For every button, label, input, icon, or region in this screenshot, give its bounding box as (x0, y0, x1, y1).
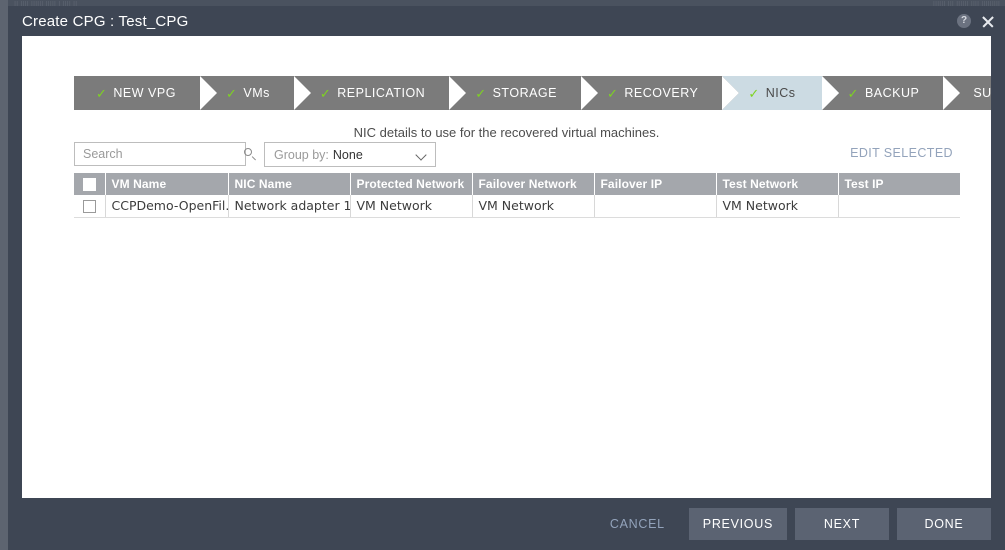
check-icon: ✓ (475, 85, 487, 101)
select-all-checkbox[interactable] (82, 178, 96, 192)
check-icon: ✓ (319, 85, 332, 101)
wizard-step-replication[interactable]: ✓ REPLICATION (293, 76, 467, 110)
next-button[interactable]: NEXT (795, 508, 889, 540)
column-header-vm-name[interactable]: VM Name (105, 173, 229, 195)
wizard-step-storage[interactable]: ✓ STORAGE (449, 76, 598, 110)
wizard-step-label: BACKUP (864, 85, 920, 100)
group-by-select[interactable]: Group by: None (264, 142, 436, 167)
column-header-protected-network[interactable]: Protected Network (350, 173, 473, 195)
table-row[interactable]: CCPDemo-OpenFil... Network adapter 1 VM … (74, 195, 960, 218)
cell-failover-network: VM Network (472, 195, 595, 218)
check-icon: ✓ (96, 85, 108, 101)
column-header-failover-ip[interactable]: Failover IP (594, 173, 717, 195)
close-icon[interactable] (980, 14, 995, 29)
wizard-step-label: NICs (765, 85, 796, 100)
wizard-step-new-vpg[interactable]: ✓ NEW VPG (74, 76, 217, 110)
wizard-step-label: RECOVERY (624, 85, 699, 100)
wizard-step-label: STORAGE (492, 85, 557, 100)
column-header-nic-name[interactable]: NIC Name (228, 173, 351, 195)
wizard-step-summary[interactable]: SUMMARY (943, 76, 991, 110)
wizard-step-recovery[interactable]: ✓ RECOVERY (581, 76, 740, 110)
search-icon (244, 147, 257, 161)
cell-protected-network: VM Network (350, 195, 473, 218)
wizard-step-nics[interactable]: ✓ NICs (722, 76, 839, 110)
wizard-step-label: SUMMARY (973, 85, 991, 100)
page-subtitle: NIC details to use for the recovered vir… (353, 125, 660, 140)
table-toolbar: Group by: None EDIT SELECTED (74, 142, 953, 168)
done-button[interactable]: DONE (897, 508, 991, 540)
help-icon[interactable]: ? (957, 14, 971, 28)
column-header-test-ip[interactable]: Test IP (838, 173, 960, 195)
cancel-button[interactable]: CANCEL (596, 508, 679, 540)
select-all-header[interactable] (74, 173, 106, 195)
cell-test-ip (838, 195, 960, 218)
group-by-value: None (332, 147, 363, 162)
cell-vm-name: CCPDemo-OpenFil... (105, 195, 229, 218)
group-by-label: Group by: (274, 147, 329, 162)
previous-button[interactable]: PREVIOUS (688, 508, 787, 540)
nics-table-container: VM Name NIC Name Protected Network Failo… (74, 173, 960, 218)
wizard-step-bar: ✓ NEW VPG ✓ VMs ✓ REPLICATION ✓ STORAGE … (74, 76, 991, 110)
search-box[interactable] (74, 142, 252, 166)
dialog-title: Create CPG : Test_CPG (22, 12, 189, 30)
dialog-footer: CANCEL PREVIOUS NEXT DONE (8, 498, 1005, 550)
check-icon: ✓ (225, 85, 238, 101)
wizard-step-label: VMs (243, 85, 270, 100)
check-icon: ✓ (847, 85, 859, 101)
column-header-failover-network[interactable]: Failover Network (472, 173, 595, 195)
create-cpg-dialog: Create CPG : Test_CPG ? ✓ NEW VPG ✓ VMs … (8, 6, 1005, 550)
cell-test-network: VM Network (716, 195, 839, 218)
app-screen: || |||| |||||| ||||| | |||| || |||||| ||… (0, 0, 1005, 550)
dialog-content-panel: ✓ NEW VPG ✓ VMs ✓ REPLICATION ✓ STORAGE … (22, 36, 991, 498)
row-checkbox[interactable] (82, 200, 96, 214)
dialog-titlebar: Create CPG : Test_CPG ? (8, 6, 1005, 36)
chevron-down-icon (416, 151, 427, 158)
nics-table: VM Name NIC Name Protected Network Failo… (74, 173, 960, 218)
search-input[interactable] (83, 147, 244, 161)
check-icon: ✓ (748, 85, 760, 101)
wizard-step-vms[interactable]: ✓ VMs (199, 76, 311, 110)
row-select-cell[interactable] (74, 195, 106, 218)
check-icon: ✓ (607, 85, 619, 101)
edit-selected-button[interactable]: EDIT SELECTED (850, 146, 953, 160)
titlebar-actions: ? (957, 6, 995, 36)
wizard-step-label: REPLICATION (337, 85, 426, 100)
cell-nic-name: Network adapter 1 (228, 195, 351, 218)
cell-failover-ip (594, 195, 717, 218)
table-header-row: VM Name NIC Name Protected Network Failo… (74, 173, 960, 195)
wizard-step-label: NEW VPG (113, 85, 176, 100)
background-page-strip-left (0, 0, 8, 550)
column-header-test-network[interactable]: Test Network (716, 173, 839, 195)
wizard-step-backup[interactable]: ✓ BACKUP (821, 76, 961, 110)
